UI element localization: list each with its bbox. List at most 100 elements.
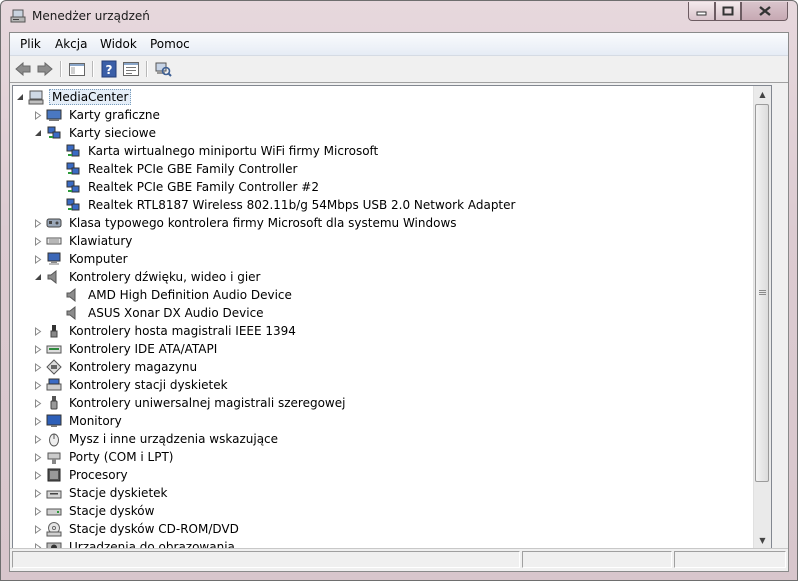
port-icon [47, 452, 61, 464]
toolbar-separator [92, 61, 94, 77]
tree-item[interactable]: Kontrolery stacji dyskietek [33, 376, 230, 394]
collapsed-arrow-icon[interactable] [33, 524, 42, 534]
tree-item-label: Karty graficzne [69, 108, 160, 122]
toolbar-separator [146, 61, 148, 77]
tree-item[interactable]: Karty graficzne [33, 106, 162, 124]
window-title: Menedżer urządzeń [32, 9, 150, 23]
status-pane-2 [522, 551, 672, 568]
tree-item[interactable]: Kontrolery dźwięku, wideo i gier [33, 268, 262, 286]
tree-item[interactable]: Stacje dysków CD-ROM/DVD [33, 520, 241, 538]
tree-item[interactable]: Klawiatury [33, 232, 134, 250]
ide-controller-icon [46, 345, 62, 354]
title-bar[interactable]: Menedżer urządzeń [1, 1, 797, 32]
usb-icon [50, 396, 58, 410]
tree-item[interactable]: Stacje dyskietek [33, 484, 169, 502]
tree-item-label: Kontrolery magazynu [69, 360, 198, 374]
tree-item[interactable]: Komputer [33, 250, 130, 268]
forward-icon[interactable] [36, 60, 54, 78]
collapsed-arrow-icon[interactable] [33, 110, 42, 120]
storage-controller-icon [46, 359, 62, 375]
scan-hardware-icon[interactable] [154, 60, 172, 78]
tree-item[interactable]: Kontrolery uniwersalnej magistrali szere… [33, 394, 347, 412]
scroll-down-arrow-icon[interactable]: ▼ [754, 532, 771, 549]
speaker-icon [66, 305, 76, 321]
collapsed-arrow-icon[interactable] [33, 506, 42, 516]
collapsed-arrow-icon[interactable] [33, 452, 42, 462]
tree-item[interactable]: AMD High Definition Audio Device [52, 286, 294, 304]
collapsed-arrow-icon[interactable] [33, 434, 42, 444]
tree-item-label: Stacje dysków CD-ROM/DVD [69, 522, 239, 536]
toolbar: ? [10, 56, 788, 83]
show-hide-console-tree-icon[interactable] [68, 60, 86, 78]
properties-icon[interactable] [122, 60, 140, 78]
maximize-icon [722, 6, 734, 16]
floppy-drive-icon [46, 490, 62, 499]
tree-root-mediacenter[interactable]: MediaCenter [15, 88, 132, 106]
tree-item[interactable]: Karty sieciowe [33, 124, 158, 142]
tree-item[interactable]: Kontrolery magazynu [33, 358, 199, 376]
maximize-button[interactable] [715, 2, 741, 21]
back-icon[interactable] [14, 60, 32, 78]
menu-pomoc[interactable]: Pomoc [150, 37, 190, 51]
toolbar-separator [60, 61, 62, 77]
expanded-arrow-icon[interactable] [33, 273, 42, 282]
collapsed-arrow-icon[interactable] [33, 236, 42, 246]
tree-item[interactable]: ASUS Xonar DX Audio Device [52, 304, 266, 322]
expanded-arrow-icon[interactable] [15, 93, 24, 102]
tree-item-label: ASUS Xonar DX Audio Device [88, 306, 264, 320]
tree-item[interactable]: Stacje dysków [33, 502, 156, 520]
collapsed-arrow-icon[interactable] [33, 380, 42, 390]
cdrom-icon [46, 522, 62, 537]
help-icon[interactable]: ? [100, 60, 118, 78]
collapsed-arrow-icon[interactable] [33, 326, 42, 336]
keyboard-icon [46, 237, 62, 245]
tree-item-label: Karta wirtualnego miniportu WiFi firmy M… [88, 144, 379, 158]
display-adapter-icon [46, 109, 62, 121]
collapsed-arrow-icon[interactable] [33, 416, 42, 426]
tree-item-label: Procesory [69, 468, 128, 482]
tree-item[interactable]: Klasa typowego kontrolera firmy Microsof… [33, 214, 459, 232]
processor-icon [47, 468, 61, 482]
menu-plik[interactable]: Plik [20, 37, 41, 51]
minimize-icon [696, 11, 707, 15]
vertical-scrollbar[interactable]: ▲ ▼ [753, 86, 771, 549]
collapsed-arrow-icon[interactable] [33, 362, 42, 372]
tree-item[interactable]: Porty (COM i LPT) [33, 448, 175, 466]
tree-root-label: MediaCenter [49, 89, 132, 105]
menu-widok[interactable]: Widok [100, 37, 137, 51]
tree-item-label: Porty (COM i LPT) [69, 450, 174, 464]
scroll-up-arrow-icon[interactable]: ▲ [754, 86, 771, 103]
tree-item[interactable]: Realtek PCIe GBE Family Controller #2 [52, 178, 321, 196]
tree-item[interactable]: Kontrolery hosta magistrali IEEE 1394 [33, 322, 298, 340]
expanded-arrow-icon[interactable] [33, 129, 42, 138]
tree-item[interactable]: Realtek PCIe GBE Family Controller [52, 160, 299, 178]
tree-item[interactable]: Mysz i inne urządzenia wskazujące [33, 430, 280, 448]
menu-bar: Plik Akcja Widok Pomoc [10, 33, 788, 56]
collapsed-arrow-icon[interactable] [33, 218, 42, 228]
menu-akcja[interactable]: Akcja [55, 37, 87, 51]
tree-item[interactable]: Realtek RTL8187 Wireless 802.11b/g 54Mbp… [52, 196, 517, 214]
svg-text:?: ? [106, 63, 113, 77]
scrollbar-thumb[interactable] [755, 104, 769, 482]
minimize-button[interactable] [688, 2, 715, 21]
tree-item[interactable]: Procesory [33, 466, 130, 484]
collapsed-arrow-icon[interactable] [33, 488, 42, 498]
tree-item[interactable]: Karta wirtualnego miniportu WiFi firmy M… [52, 142, 380, 160]
collapsed-arrow-icon[interactable] [33, 254, 42, 264]
collapsed-arrow-icon[interactable] [33, 344, 42, 354]
tree-item[interactable]: Kontrolery IDE ATA/ATAPI [33, 340, 219, 358]
close-button[interactable] [741, 2, 788, 21]
collapsed-arrow-icon[interactable] [33, 398, 42, 408]
device-tree[interactable]: MediaCenter Karty graficzne Karty sieciow… [12, 85, 772, 550]
status-pane-1 [12, 551, 520, 568]
tree-item[interactable]: Monitory [33, 412, 124, 430]
collapsed-arrow-icon[interactable] [33, 470, 42, 480]
network-adapter-icon [66, 198, 80, 211]
floppy-controller-icon [46, 378, 62, 391]
tree-item-label: Realtek PCIe GBE Family Controller [88, 162, 298, 176]
